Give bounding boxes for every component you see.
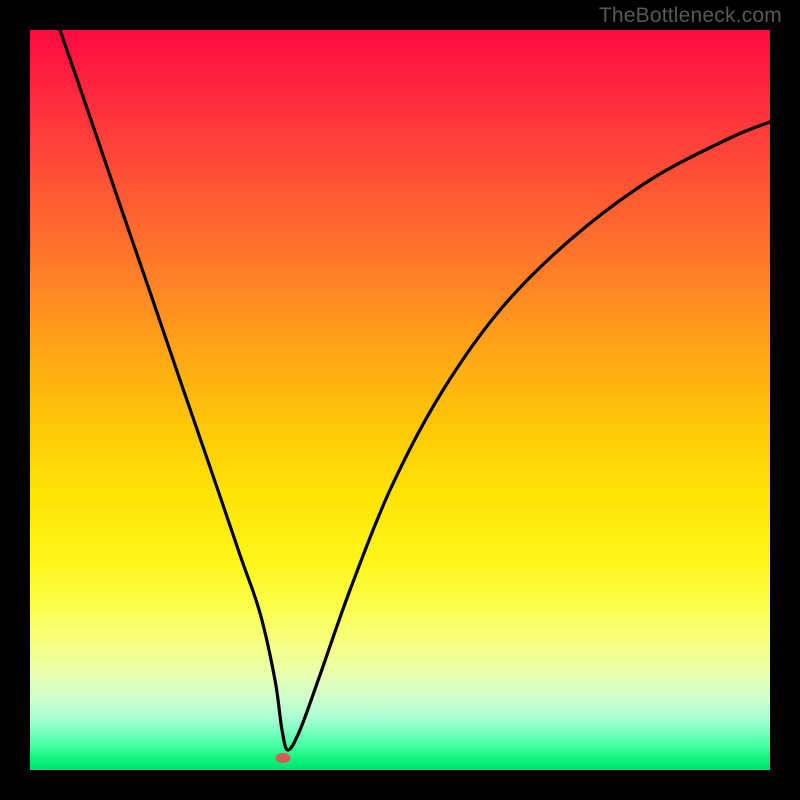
watermark-text: TheBottleneck.com bbox=[599, 4, 782, 28]
optimum-marker bbox=[276, 753, 291, 763]
chart-container: TheBottleneck.com bbox=[0, 0, 800, 800]
bottleneck-curve bbox=[30, 30, 770, 770]
plot-area bbox=[30, 30, 770, 770]
curve-path bbox=[60, 30, 770, 750]
